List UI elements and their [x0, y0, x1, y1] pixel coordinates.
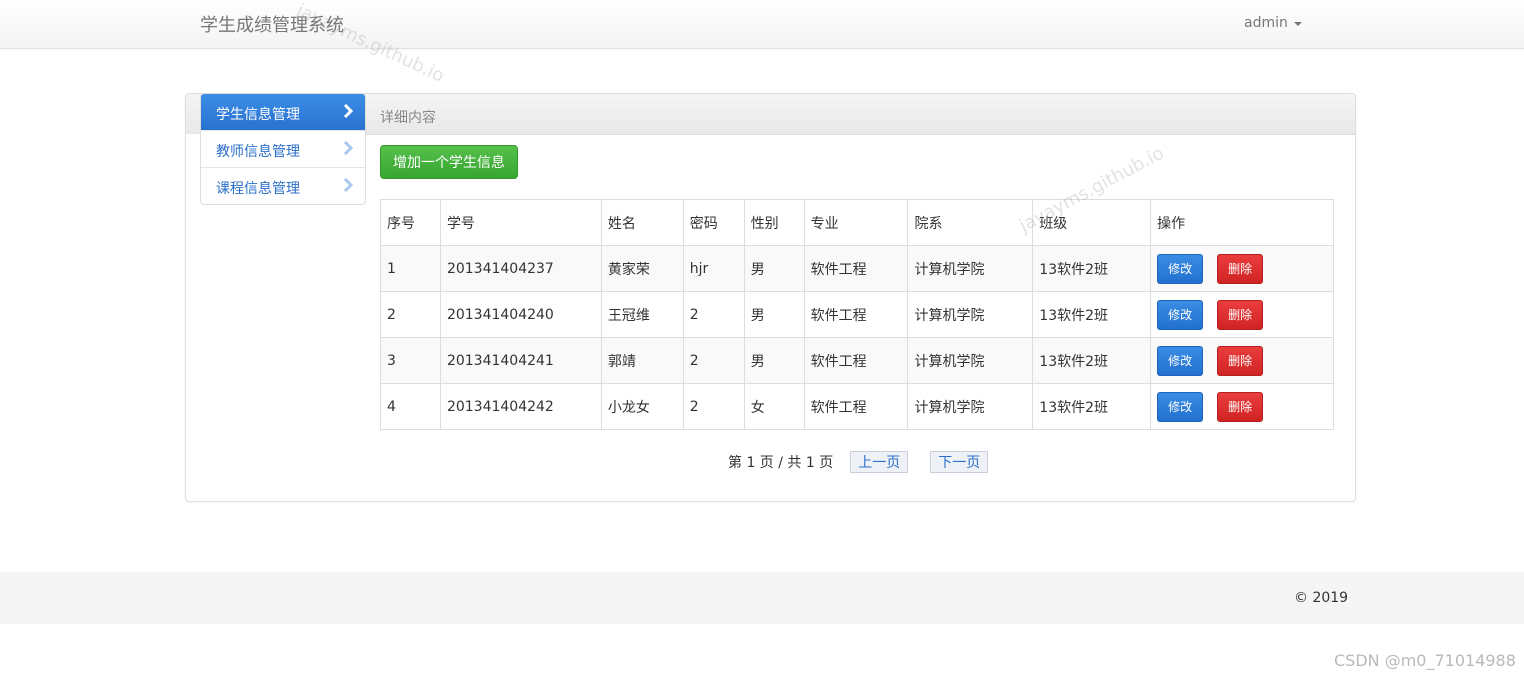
column-header-gender: 性别 [743, 199, 805, 246]
copyright-text: © 2019 [1294, 590, 1349, 606]
cell-gender: 男 [743, 245, 805, 292]
table-row: 2 201341404240 王冠维 2 男 软件工程 计算机学院 13软件2班… [380, 291, 1334, 338]
add-student-button[interactable]: 增加一个学生信息 [380, 145, 518, 179]
cell-password: 2 [682, 383, 745, 430]
app-brand-title[interactable]: 学生成绩管理系统 [200, 11, 344, 37]
top-navbar: 学生成绩管理系统 admin [0, 0, 1524, 49]
cell-department: 计算机学院 [907, 337, 1034, 384]
cell-class: 13软件2班 [1032, 337, 1152, 384]
delete-button[interactable]: 删除 [1217, 299, 1264, 330]
sidebar-item-teacher-info[interactable]: 教师信息管理 [201, 130, 365, 167]
cell-major: 软件工程 [803, 383, 909, 430]
column-header-student-id: 学号 [439, 199, 602, 246]
cell-gender: 男 [743, 291, 805, 338]
cell-gender: 男 [743, 337, 805, 384]
cell-password: hjr [682, 245, 745, 292]
cell-major: 软件工程 [803, 245, 909, 292]
cell-student-id: 201341404242 [439, 383, 602, 430]
student-table: 序号 学号 姓名 密码 性别 专业 院系 班级 操作 1 20134140423… [380, 199, 1334, 430]
csdn-watermark: CSDN @m0_71014988 [1334, 651, 1516, 670]
panel-title: 详细内容 [380, 110, 436, 126]
cell-department: 计算机学院 [907, 383, 1034, 430]
cell-actions: 修改 删除 [1150, 337, 1334, 384]
cell-department: 计算机学院 [907, 245, 1034, 292]
cell-student-id: 201341404240 [439, 291, 602, 338]
column-header-password: 密码 [682, 199, 745, 246]
chevron-right-icon [343, 141, 354, 155]
next-page-button[interactable]: 下一页 [930, 451, 989, 473]
cell-major: 软件工程 [803, 337, 909, 384]
cell-index: 3 [380, 337, 441, 384]
edit-button[interactable]: 修改 [1157, 253, 1204, 284]
user-dropdown[interactable]: admin [1244, 15, 1302, 31]
column-header-class: 班级 [1032, 199, 1152, 246]
table-row: 3 201341404241 郭靖 2 男 软件工程 计算机学院 13软件2班 … [380, 337, 1334, 384]
panel-heading: 详细内容 [365, 94, 1355, 135]
delete-button[interactable]: 删除 [1217, 253, 1264, 284]
cell-actions: 修改 删除 [1150, 245, 1334, 292]
cell-gender: 女 [743, 383, 805, 430]
cell-name: 郭靖 [600, 337, 684, 384]
column-header-department: 院系 [907, 199, 1034, 246]
cell-name: 黄家荣 [600, 245, 684, 292]
cell-index: 2 [380, 291, 441, 338]
delete-button[interactable]: 删除 [1217, 391, 1264, 422]
cell-index: 1 [380, 245, 441, 292]
pagination: 第 1 页 / 共 1 页 上一页 下一页 [728, 451, 989, 473]
column-header-index: 序号 [380, 199, 441, 246]
cell-class: 13软件2班 [1032, 383, 1152, 430]
prev-page-button[interactable]: 上一页 [850, 451, 909, 473]
sidebar-item-course-info[interactable]: 课程信息管理 [201, 167, 365, 204]
table-header-row: 序号 学号 姓名 密码 性别 专业 院系 班级 操作 [380, 199, 1334, 246]
table-row: 4 201341404242 小龙女 2 女 软件工程 计算机学院 13软件2班… [380, 383, 1334, 430]
edit-button[interactable]: 修改 [1157, 345, 1204, 376]
cell-name: 小龙女 [600, 383, 684, 430]
sidebar-item-label: 学生信息管理 [216, 107, 300, 123]
chevron-right-icon [343, 104, 354, 118]
cell-name: 王冠维 [600, 291, 684, 338]
cell-actions: 修改 删除 [1150, 383, 1334, 430]
cell-index: 4 [380, 383, 441, 430]
cell-major: 软件工程 [803, 291, 909, 338]
page-status: 第 1 页 / 共 1 页 [728, 455, 834, 471]
cell-password: 2 [682, 337, 745, 384]
cell-department: 计算机学院 [907, 291, 1034, 338]
cell-class: 13软件2班 [1032, 245, 1152, 292]
cell-password: 2 [682, 291, 745, 338]
column-header-name: 姓名 [600, 199, 684, 246]
cell-student-id: 201341404237 [439, 245, 602, 292]
username-label: admin [1244, 15, 1288, 31]
edit-button[interactable]: 修改 [1157, 299, 1204, 330]
caret-down-icon [1293, 22, 1302, 26]
edit-button[interactable]: 修改 [1157, 391, 1204, 422]
page-footer: © 2019 [0, 572, 1524, 624]
cell-actions: 修改 删除 [1150, 291, 1334, 338]
column-header-major: 专业 [803, 199, 909, 246]
delete-button[interactable]: 删除 [1217, 345, 1264, 376]
sidebar-item-student-info[interactable]: 学生信息管理 [201, 94, 365, 130]
sidebar-item-label: 课程信息管理 [216, 181, 300, 197]
sidebar-nav: 学生信息管理 教师信息管理 课程信息管理 [200, 93, 366, 205]
chevron-right-icon [343, 178, 354, 192]
cell-class: 13软件2班 [1032, 291, 1152, 338]
sidebar-item-label: 教师信息管理 [216, 144, 300, 160]
cell-student-id: 201341404241 [439, 337, 602, 384]
table-row: 1 201341404237 黄家荣 hjr 男 软件工程 计算机学院 13软件… [380, 245, 1334, 292]
column-header-actions: 操作 [1150, 199, 1334, 246]
